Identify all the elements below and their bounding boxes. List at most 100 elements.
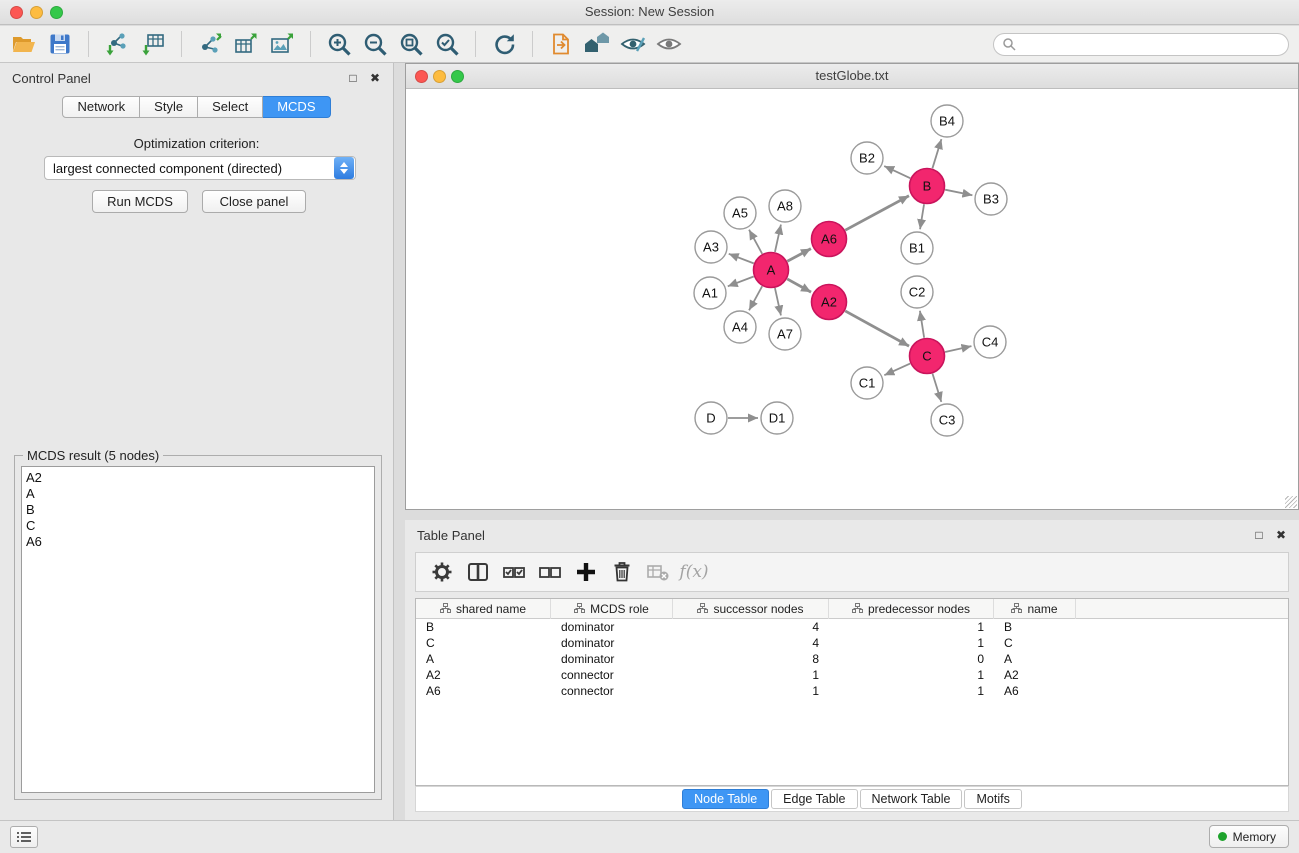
column-header-name[interactable]: name — [994, 599, 1076, 619]
graph-node-label-A5: A5 — [732, 206, 748, 221]
tab-motifs[interactable]: Motifs — [964, 789, 1021, 809]
columns-icon[interactable] — [460, 556, 496, 588]
table-row[interactable]: A6connector11A6 — [416, 683, 1288, 699]
mcds-result-groupbox: MCDS result (5 nodes) A2ABCA6 — [14, 455, 382, 800]
graph-edge-C-C2[interactable] — [920, 311, 924, 338]
column-attribute-icon — [1011, 602, 1022, 616]
graph-node-label-A1: A1 — [702, 286, 718, 301]
graph-edge-A-A3[interactable] — [729, 254, 754, 264]
zoom-selected-icon[interactable] — [429, 28, 465, 60]
table-row[interactable]: Bdominator41B — [416, 619, 1288, 635]
mcds-result-title: MCDS result (5 nodes) — [23, 448, 163, 463]
graph-edge-B-B4[interactable] — [932, 139, 941, 168]
select-all-icon[interactable] — [496, 556, 532, 588]
mcds-result-list[interactable]: A2ABCA6 — [21, 466, 375, 793]
eye-icon[interactable] — [651, 28, 687, 60]
close-panel-button[interactable]: Close panel — [202, 190, 306, 213]
search-box — [993, 33, 1289, 56]
column-header-filler — [1076, 599, 1288, 619]
trash-icon[interactable] — [604, 556, 640, 588]
float-panel-icon[interactable]: □ — [345, 70, 361, 86]
deselect-all-icon[interactable] — [532, 556, 568, 588]
graph-node-label-B2: B2 — [859, 151, 875, 166]
table-panel-title: Table Panel — [417, 528, 485, 543]
save-icon[interactable] — [42, 28, 78, 60]
network-view-window: testGlobe.txt B4B2BB3A5A8A6B1A3AC2A1A2A4… — [405, 63, 1299, 510]
column-header-MCDS-role[interactable]: MCDS role — [551, 599, 673, 619]
table-panel: Table Panel □ ✖ — [405, 520, 1299, 820]
graph-node-label-B: B — [923, 179, 932, 194]
import-table-icon[interactable] — [135, 28, 171, 60]
chevron-updown-icon — [334, 157, 354, 179]
node-table[interactable]: shared nameMCDS rolesuccessor nodesprede… — [415, 598, 1289, 786]
graph-edge-A-A6[interactable] — [787, 249, 811, 262]
zoom-out-icon[interactable] — [357, 28, 393, 60]
graph-edge-A-A2[interactable] — [787, 279, 811, 292]
table-row[interactable]: Cdominator41C — [416, 635, 1288, 651]
tab-style[interactable]: Style — [140, 96, 198, 118]
function-icon[interactable]: f(x) — [676, 556, 712, 588]
column-header-shared-name[interactable]: shared name — [416, 599, 551, 619]
memory-button[interactable]: Memory — [1209, 825, 1289, 848]
home-icon[interactable] — [579, 28, 615, 60]
export-network-icon[interactable] — [192, 28, 228, 60]
resize-grip[interactable] — [1285, 496, 1297, 508]
mcds-result-item[interactable]: C — [26, 518, 374, 534]
main-toolbar — [0, 26, 1299, 63]
mcds-result-item[interactable]: B — [26, 502, 374, 518]
column-header-successor-nodes[interactable]: successor nodes — [673, 599, 829, 619]
tab-edge-table[interactable]: Edge Table — [771, 789, 857, 809]
graph-node-label-A8: A8 — [777, 199, 793, 214]
export-image-icon[interactable] — [264, 28, 300, 60]
clear-table-icon[interactable] — [640, 556, 676, 588]
copy-document-icon[interactable] — [543, 28, 579, 60]
refresh-icon[interactable] — [486, 28, 522, 60]
graph-node-label-C4: C4 — [982, 335, 999, 350]
tab-network-table[interactable]: Network Table — [860, 789, 963, 809]
network-canvas[interactable]: B4B2BB3A5A8A6B1A3AC2A1A2A4A7C4CC1C3DD1 — [406, 89, 1298, 509]
tab-select[interactable]: Select — [198, 96, 263, 118]
tab-network[interactable]: Network — [62, 96, 140, 118]
graph-edge-A6-B[interactable] — [845, 196, 909, 230]
graph-edge-A2-C[interactable] — [845, 311, 909, 346]
export-table-icon[interactable] — [228, 28, 264, 60]
graph-edge-C-C4[interactable] — [945, 346, 971, 352]
style-eye-icon[interactable] — [615, 28, 651, 60]
graph-edge-A-A4[interactable] — [749, 286, 762, 310]
add-icon[interactable] — [568, 556, 604, 588]
table-row[interactable]: Adominator80A — [416, 651, 1288, 667]
criterion-select[interactable]: largest connected component (directed) — [44, 156, 356, 180]
task-history-button[interactable] — [10, 826, 38, 848]
zoom-fit-icon[interactable] — [393, 28, 429, 60]
zoom-in-icon[interactable] — [321, 28, 357, 60]
float-table-panel-icon[interactable]: □ — [1251, 527, 1267, 543]
search-input[interactable] — [1016, 35, 1288, 53]
close-table-panel-icon[interactable]: ✖ — [1273, 527, 1289, 543]
import-network-icon[interactable] — [99, 28, 135, 60]
tab-mcds[interactable]: MCDS — [263, 96, 330, 118]
list-icon — [17, 831, 31, 843]
gear-icon[interactable] — [424, 556, 460, 588]
graph-edge-C-C3[interactable] — [933, 374, 942, 402]
close-panel-icon[interactable]: ✖ — [367, 70, 383, 86]
mcds-result-item[interactable]: A6 — [26, 534, 374, 550]
run-mcds-button[interactable]: Run MCDS — [92, 190, 188, 213]
graph-node-label-C3: C3 — [939, 413, 956, 428]
open-icon[interactable] — [6, 28, 42, 60]
memory-status-icon — [1218, 832, 1227, 841]
graph-edge-B-B3[interactable] — [945, 190, 972, 196]
graph-edge-A-A1[interactable] — [728, 277, 754, 287]
mcds-result-item[interactable]: A — [26, 486, 374, 502]
column-header-predecessor-nodes[interactable]: predecessor nodes — [829, 599, 994, 619]
graph-edge-B-B1[interactable] — [920, 204, 924, 229]
graph-edge-C-C1[interactable] — [884, 364, 910, 376]
graph-edge-A-A7[interactable] — [775, 288, 781, 315]
graph-node-label-C: C — [922, 349, 931, 364]
graph-edge-A-A8[interactable] — [775, 225, 781, 252]
table-cell: A — [994, 651, 1076, 667]
graph-edge-B-B2[interactable] — [884, 166, 910, 178]
tab-node-table[interactable]: Node Table — [682, 789, 769, 809]
graph-edge-A-A5[interactable] — [749, 230, 762, 254]
mcds-result-item[interactable]: A2 — [26, 470, 374, 486]
table-row[interactable]: A2connector11A2 — [416, 667, 1288, 683]
